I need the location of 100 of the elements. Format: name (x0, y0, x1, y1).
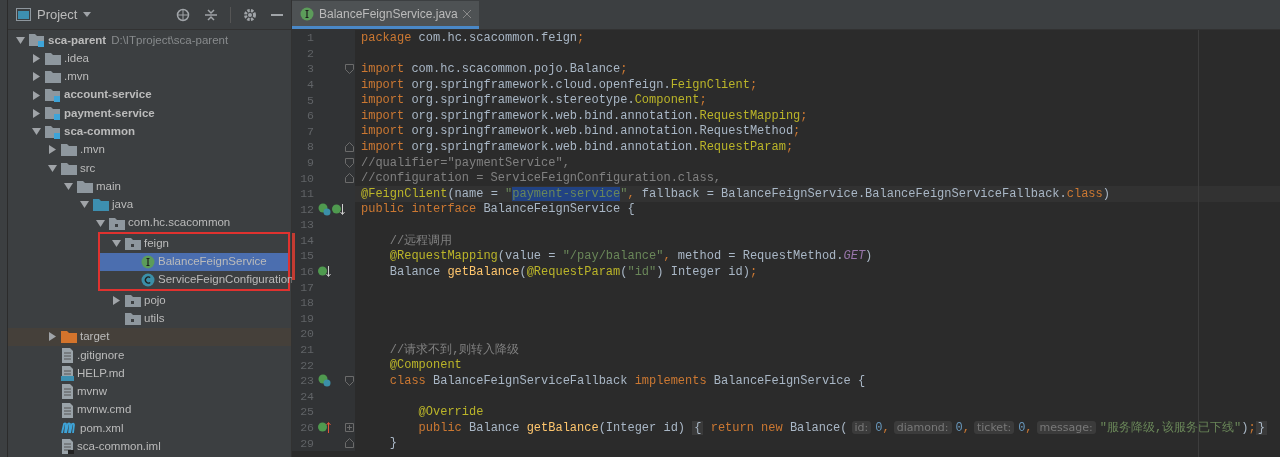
settings-icon[interactable] (243, 7, 257, 22)
item-label: HELP.md (77, 365, 125, 381)
item-label: utils (144, 310, 165, 326)
tree-item[interactable]: target (8, 327, 291, 347)
editor-tab[interactable]: BalanceFeignService.java (292, 1, 479, 29)
module-icon (45, 124, 61, 139)
code-line: package com.hc.scacommon.feign; (360, 29, 585, 47)
item-label: target (80, 329, 110, 345)
folder-icon (93, 198, 109, 212)
code-line: @Component (388, 357, 462, 375)
locate-icon[interactable] (176, 7, 190, 22)
tree-item[interactable]: sca-common (8, 122, 291, 141)
fold-marker-icon[interactable] (345, 157, 354, 168)
tree-item[interactable]: src (8, 159, 291, 178)
folder-icon (61, 330, 77, 344)
project-path: D:\ITproject\sca-parent (111, 32, 229, 48)
tree-item[interactable]: .idea (8, 49, 291, 68)
folder-icon (125, 293, 141, 307)
file-icon (61, 384, 74, 400)
item-label: .idea (64, 50, 89, 66)
module-icon (45, 106, 61, 121)
override-up-icon[interactable] (318, 421, 331, 435)
code-line: //configuration = ServiceFeignConfiguration.class, (360, 170, 722, 188)
tree-item[interactable]: account-service (8, 85, 291, 105)
expanded-arrow-icon[interactable] (31, 127, 41, 137)
item-label: feign (144, 235, 169, 251)
interface-icon (141, 254, 155, 269)
tree-item[interactable]: pom.xml (8, 419, 291, 438)
item-label: pojo (144, 292, 166, 308)
module-icon (29, 33, 45, 48)
collapsed-arrow-icon[interactable] (47, 145, 57, 155)
tree-item[interactable]: sca-parent D:\ITproject\sca-parent (8, 31, 291, 50)
code-line: @FeignClient(name = "payment-service", fallback = BalanceFeignService.BalanceFeignServiceFallback.class) (360, 185, 1110, 203)
override-down-icon[interactable] (318, 265, 331, 279)
module-icon (45, 88, 61, 103)
item-label: .mvn (80, 142, 105, 158)
fold-marker-icon[interactable] (345, 173, 354, 184)
tree-item[interactable]: HELP.md (8, 364, 291, 383)
code-line: import com.hc.scacommon.pojo.Balance; (360, 61, 628, 78)
tree-item[interactable]: com.hc.scacommon (8, 213, 291, 233)
collapsed-arrow-icon[interactable] (111, 295, 121, 305)
code-line: import org.springframework.web.bind.annotation.RequestMapping; (360, 107, 808, 125)
item-label: com.hc.scacommon (128, 215, 231, 231)
maven-icon (61, 422, 77, 435)
code-line: Balance getBalance(@RequestParam("id") Integer id); (388, 263, 758, 281)
code-line: @RequestMapping(value = "/pay/balance", method = RequestMethod.GET) (388, 248, 873, 266)
item-label: account-service (64, 87, 152, 103)
tree-item[interactable]: java (8, 195, 291, 214)
item-label: sca-parent (48, 32, 107, 48)
implemented-icon[interactable] (318, 202, 331, 216)
item-label: main (96, 178, 121, 194)
code-line: //请求不到,则转入降级 (388, 341, 520, 359)
code-line: } (388, 435, 397, 453)
fold-marker-icon[interactable] (345, 142, 354, 153)
unfold-marker-icon[interactable] (345, 422, 354, 432)
fold-marker-icon[interactable] (345, 438, 354, 449)
code-line: //qualifier="paymentService", (360, 154, 570, 172)
tree-item[interactable]: mvnw.cmd (8, 400, 291, 420)
code-line: import org.springframework.web.bind.annotation.RequestParam; (360, 138, 794, 156)
folder-icon (125, 312, 141, 326)
code-line: public interface BalanceFeignService { (360, 201, 635, 219)
tree-item[interactable]: main (8, 177, 291, 196)
tree-item[interactable]: .mvn (8, 140, 291, 160)
override-down-icon[interactable] (332, 202, 345, 216)
tree-item[interactable]: payment-service (8, 104, 291, 123)
minimize-icon[interactable] (271, 13, 283, 16)
code-line: public Balance getBalance(Integer id) { return new Balance( id: 0, diamond: 0, ticket: 0, message: "服务降级,该服务已下线"); } (417, 419, 1267, 437)
code-line: import org.springframework.web.bind.annotation.RequestMethod; (360, 123, 801, 141)
code-line: class BalanceFeignServiceFallback implements BalanceFeignService { (388, 372, 866, 390)
item-label: sca-common.iml (77, 439, 161, 455)
item-label: mvnw.cmd (77, 402, 132, 418)
folder-icon (61, 143, 77, 157)
tree-item[interactable]: .mvn (8, 67, 291, 86)
item-label: BalanceFeignService (158, 254, 267, 270)
project-view-dropdown[interactable]: Project (37, 4, 92, 25)
folder-icon (77, 180, 93, 193)
implementing-icon[interactable] (318, 374, 331, 388)
tree-item[interactable]: feign (100, 234, 288, 253)
collapsed-arrow-icon[interactable] (47, 332, 57, 342)
folder-icon (61, 161, 77, 175)
interface-icon (300, 6, 314, 21)
code-line: //远程调用 (388, 232, 453, 250)
close-icon[interactable] (462, 9, 471, 18)
item-label: .mvn (64, 69, 89, 85)
item-label: payment-service (64, 105, 155, 121)
item-label: java (112, 197, 134, 213)
tree-item[interactable]: utils (8, 309, 291, 328)
fold-marker-icon[interactable] (345, 376, 354, 387)
fold-marker-icon[interactable] (345, 64, 354, 75)
folder-icon (125, 236, 141, 250)
tree-item[interactable]: pojo (8, 291, 291, 310)
item-label: .gitignore (77, 347, 125, 363)
tree-item[interactable]: .gitignore (8, 346, 291, 365)
file-icon (61, 347, 74, 363)
tree-item[interactable]: mvnw (8, 382, 291, 401)
tree-item[interactable]: sca-common.iml (8, 437, 291, 456)
collapse-all-icon[interactable] (204, 7, 218, 22)
expanded-arrow-icon[interactable] (15, 35, 25, 45)
class-icon (141, 273, 155, 287)
item-label: sca-common (64, 124, 135, 139)
